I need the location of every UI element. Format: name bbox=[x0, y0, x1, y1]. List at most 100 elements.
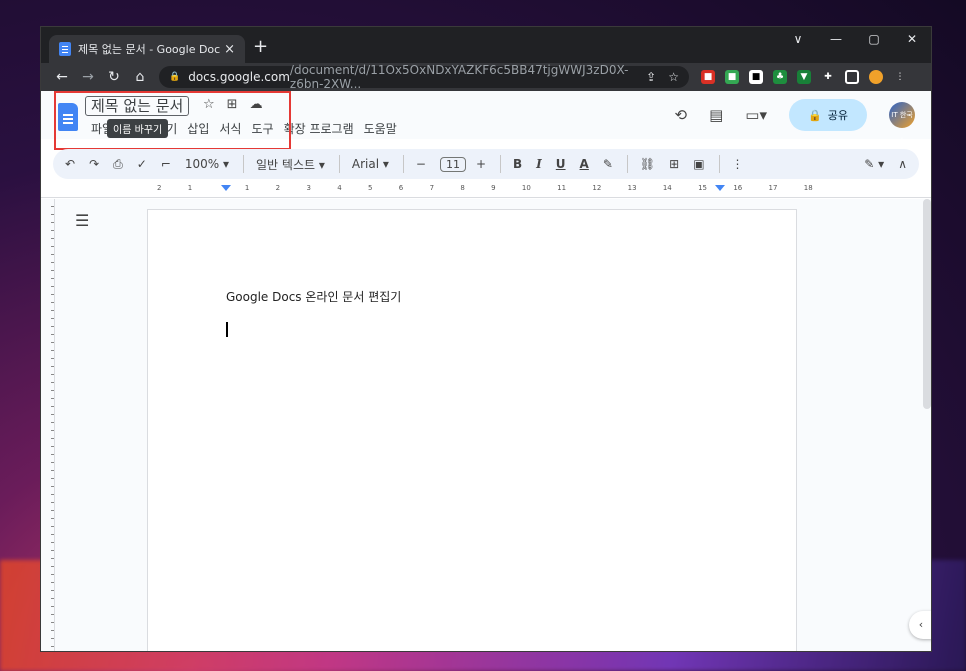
profile-avatar-icon[interactable] bbox=[869, 70, 883, 84]
ruler-number: 4 bbox=[337, 184, 342, 192]
font-size-input[interactable]: 11 bbox=[439, 156, 466, 172]
underline-button[interactable]: U bbox=[556, 157, 566, 171]
lock-icon[interactable]: 🔒 bbox=[169, 72, 180, 82]
lock-share-icon: 🔒 bbox=[808, 108, 822, 122]
document-page[interactable]: Google Docs 온라인 문서 편집기 bbox=[147, 209, 797, 651]
text-color-button[interactable]: A bbox=[580, 157, 589, 171]
scrollbar[interactable] bbox=[923, 199, 931, 409]
ruler-number: 16 bbox=[733, 184, 743, 192]
forward-icon[interactable]: → bbox=[75, 69, 101, 85]
font-value: Arial bbox=[351, 157, 380, 171]
url-input[interactable]: 🔒 docs.google.com /document/d/11Ox5OxNDx… bbox=[159, 63, 689, 91]
style-select[interactable]: 일반 텍스트 ▾ bbox=[256, 156, 325, 173]
increase-font-button[interactable]: + bbox=[476, 157, 486, 171]
ruler-number: 17 bbox=[768, 184, 778, 192]
back-icon[interactable]: ← bbox=[49, 69, 75, 85]
avatar[interactable]: IT 한국소 bbox=[889, 102, 915, 145]
spellcheck-icon[interactable]: ✓ bbox=[137, 157, 147, 171]
ruler-number: 2 bbox=[157, 184, 162, 192]
comments-icon[interactable]: ▤ bbox=[709, 106, 723, 124]
url-host: docs.google.com bbox=[188, 70, 290, 84]
ruler-number: 6 bbox=[398, 184, 404, 192]
decrease-font-button[interactable]: − bbox=[416, 157, 426, 171]
ruler-number: 5 bbox=[368, 184, 373, 192]
docs-header: 제목 없는 문서 ☆ ⊞ ☁ 파일 수정 보기 삽입 서식 도구 확장 프로그램… bbox=[41, 91, 931, 150]
vertical-ruler[interactable] bbox=[41, 199, 55, 651]
style-value: 일반 텍스트 bbox=[256, 157, 316, 172]
ruler-number: 7 bbox=[429, 184, 435, 192]
editing-mode-icon[interactable]: ✎ ▾ bbox=[864, 157, 884, 171]
font-select[interactable]: Arial ▾ bbox=[352, 157, 389, 171]
share-page-icon[interactable]: ⇪ bbox=[646, 70, 656, 84]
extension-red-icon[interactable]: ■ bbox=[701, 70, 715, 84]
zoom-value: 100% bbox=[184, 157, 220, 171]
version-history-icon[interactable]: ⟲ bbox=[675, 106, 688, 124]
divider bbox=[243, 155, 245, 173]
more-options-icon[interactable]: ⋮ bbox=[732, 157, 744, 171]
meet-video-icon[interactable]: ▭▾ bbox=[745, 106, 767, 124]
extension-leaf-icon[interactable]: ♣ bbox=[773, 70, 787, 84]
ruler-number: 1 bbox=[244, 184, 250, 192]
link-icon[interactable]: ⛓ bbox=[640, 157, 655, 171]
highlight-color-icon[interactable]: ✎ bbox=[603, 157, 613, 171]
new-tab-button[interactable]: + bbox=[253, 37, 268, 57]
header-actions: ⟲ ▤ ▭▾ 🔒 공유 IT 한국소 bbox=[675, 99, 915, 145]
print-icon[interactable]: ⎙ bbox=[113, 157, 123, 172]
body-text: Google Docs 온라인 문서 편집기 bbox=[226, 290, 402, 304]
ruler-number: 2 bbox=[275, 184, 281, 192]
browser-menu-icon[interactable]: ⋮ bbox=[893, 70, 907, 84]
undo-icon[interactable]: ↶ bbox=[65, 157, 75, 171]
divider bbox=[718, 155, 720, 173]
share-label: 공유 bbox=[827, 109, 848, 122]
ruler-number: 14 bbox=[662, 184, 672, 192]
menu-extensions[interactable]: 확장 프로그램 bbox=[284, 120, 354, 137]
extension-dark-icon[interactable]: ■ bbox=[749, 70, 763, 84]
ruler-number: 13 bbox=[627, 184, 637, 192]
tab-docs[interactable]: 제목 없는 문서 - Google Docs × bbox=[49, 35, 245, 63]
right-indent-marker[interactable] bbox=[715, 185, 725, 191]
ruler-number: 12 bbox=[592, 184, 602, 192]
document-area: ☰ Google Docs 온라인 문서 편집기 ‹ bbox=[41, 199, 931, 651]
ruler-number: 9 bbox=[491, 184, 496, 192]
docs-favicon-icon bbox=[59, 42, 71, 56]
home-icon[interactable]: ⌂ bbox=[127, 69, 153, 85]
bookmark-star-icon[interactable]: ☆ bbox=[668, 70, 679, 84]
highlight-box bbox=[54, 91, 291, 150]
extension-shield-icon[interactable]: ▼ bbox=[797, 70, 811, 84]
redo-icon[interactable]: ↷ bbox=[89, 157, 99, 171]
url-path: /document/d/11Ox5OxNDxYAZKF6c5BB47tjgWWJ… bbox=[289, 63, 629, 91]
collapse-menus-icon[interactable]: ∧ bbox=[898, 157, 907, 171]
tab-title: 제목 없는 문서 - Google Docs bbox=[78, 43, 221, 56]
window-controls: ∨ — ▢ ✕ bbox=[779, 27, 931, 53]
tab-close-icon[interactable]: × bbox=[224, 42, 235, 57]
menu-help[interactable]: 도움말 bbox=[364, 120, 397, 137]
side-panel-icon[interactable] bbox=[845, 70, 859, 84]
extension-green-icon[interactable]: ■ bbox=[725, 70, 739, 84]
close-window-button[interactable]: ✕ bbox=[893, 27, 931, 53]
tab-search-button[interactable]: ∨ bbox=[779, 27, 817, 53]
tab-bar: 제목 없는 문서 - Google Docs × + ∨ — ▢ ✕ bbox=[41, 27, 931, 63]
paint-format-icon[interactable]: ⌐ bbox=[161, 157, 171, 171]
maximize-button[interactable]: ▢ bbox=[855, 27, 893, 53]
share-button[interactable]: 🔒 공유 bbox=[789, 99, 867, 131]
text-cursor bbox=[226, 322, 228, 337]
ruler-number: 18 bbox=[803, 184, 813, 192]
toolbar-right: ✎ ▾ ∧ bbox=[864, 157, 907, 171]
formatting-toolbar: ↶ ↷ ⎙ ✓ ⌐ 100% ▾ 일반 텍스트 ▾ Arial ▾ − 11 +… bbox=[53, 149, 919, 179]
zoom-select[interactable]: 100% ▾ bbox=[185, 157, 229, 171]
add-comment-icon[interactable]: ⊞ bbox=[669, 157, 679, 171]
side-panel-toggle-icon[interactable]: ‹ bbox=[909, 611, 931, 639]
outline-icon[interactable]: ☰ bbox=[75, 211, 89, 230]
extensions-bar: ■ ■ ■ ♣ ▼ ✚ ⋮ bbox=[701, 70, 907, 84]
italic-button[interactable]: I bbox=[536, 157, 542, 171]
minimize-button[interactable]: — bbox=[817, 27, 855, 53]
bold-button[interactable]: B bbox=[513, 157, 522, 171]
extensions-puzzle-icon[interactable]: ✚ bbox=[821, 70, 835, 84]
insert-image-icon[interactable]: ▣ bbox=[693, 157, 704, 171]
address-bar: ← → ↻ ⌂ 🔒 docs.google.com /document/d/11… bbox=[41, 63, 931, 91]
reload-icon[interactable]: ↻ bbox=[101, 69, 127, 85]
left-indent-marker[interactable] bbox=[221, 185, 231, 191]
ruler-number: 1 bbox=[187, 184, 193, 192]
divider bbox=[338, 155, 340, 173]
horizontal-ruler[interactable]: 2 1 1 2 3 4 5 6 7 8 9 10 11 12 13 14 15 16 17 18 bbox=[41, 184, 931, 198]
